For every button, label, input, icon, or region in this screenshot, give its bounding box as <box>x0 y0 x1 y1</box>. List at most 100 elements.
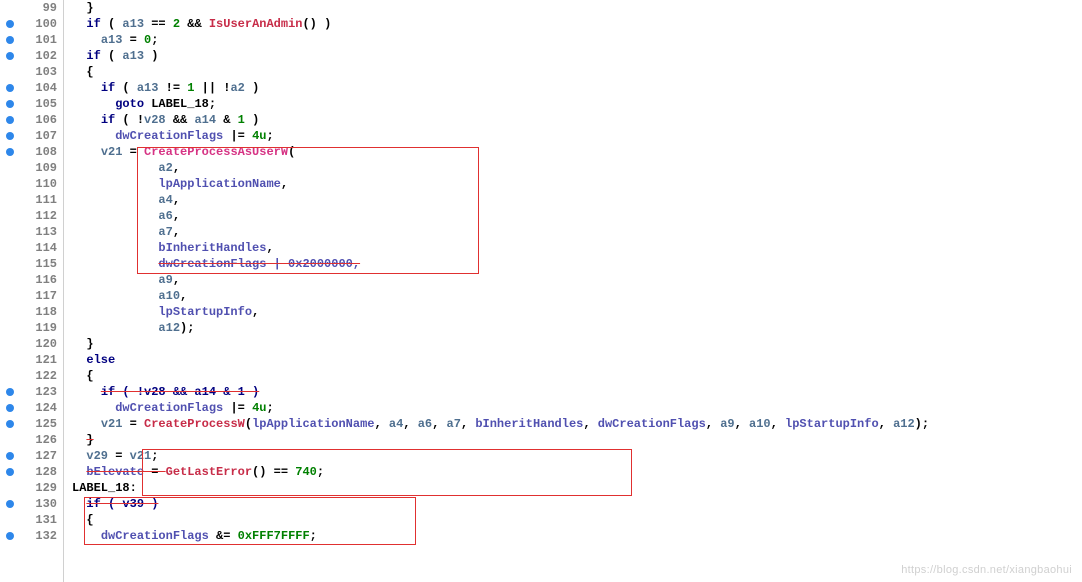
gutter-line[interactable]: 129 <box>0 480 63 496</box>
breakpoint-icon[interactable] <box>6 452 14 460</box>
breakpoint-icon[interactable] <box>6 388 14 396</box>
code-token: , <box>173 208 180 224</box>
gutter-line[interactable]: 121 <box>0 352 63 368</box>
code-line[interactable]: } <box>64 432 1082 448</box>
gutter-line[interactable]: 99 <box>0 0 63 16</box>
code-line[interactable]: lpStartupInfo, <box>64 304 1082 320</box>
code-token: lpApplicationName <box>158 176 280 192</box>
breakpoint-icon[interactable] <box>6 532 14 540</box>
code-line[interactable]: dwCreationFlags |= 4u; <box>64 128 1082 144</box>
gutter-line[interactable]: 122 <box>0 368 63 384</box>
breakpoint-icon[interactable] <box>6 132 14 140</box>
code-line[interactable]: a2, <box>64 160 1082 176</box>
code-line[interactable]: a12); <box>64 320 1082 336</box>
code-token: ( <box>245 416 252 432</box>
code-line[interactable]: if ( a13 ) <box>64 48 1082 64</box>
code-line[interactable]: bElevate = GetLastError() == 740; <box>64 464 1082 480</box>
code-line[interactable]: { <box>64 64 1082 80</box>
breakpoint-icon[interactable] <box>6 84 14 92</box>
gutter-line[interactable]: 116 <box>0 272 63 288</box>
gutter-line[interactable]: 110 <box>0 176 63 192</box>
code-line[interactable]: a9, <box>64 272 1082 288</box>
gutter-line[interactable]: 101 <box>0 32 63 48</box>
code-token: = <box>122 32 144 48</box>
breakpoint-icon[interactable] <box>6 468 14 476</box>
gutter-line[interactable]: 104 <box>0 80 63 96</box>
breakpoint-icon[interactable] <box>6 116 14 124</box>
code-line[interactable]: if ( a13 != 1 || !a2 ) <box>64 80 1082 96</box>
gutter-line[interactable]: 120 <box>0 336 63 352</box>
code-line[interactable]: if ( v39 ) <box>64 496 1082 512</box>
code-token: a13 <box>101 32 123 48</box>
code-line[interactable]: } <box>64 336 1082 352</box>
gutter-line[interactable]: 103 <box>0 64 63 80</box>
code-line[interactable]: dwCreationFlags |= 4u; <box>64 400 1082 416</box>
gutter-line[interactable]: 132 <box>0 528 63 544</box>
code-line[interactable]: a13 = 0; <box>64 32 1082 48</box>
gutter-line[interactable]: 114 <box>0 240 63 256</box>
code-line[interactable]: lpApplicationName, <box>64 176 1082 192</box>
code-line[interactable]: a10, <box>64 288 1082 304</box>
gutter-line[interactable]: 117 <box>0 288 63 304</box>
code-line[interactable]: v21 = CreateProcessW(lpApplicationName, … <box>64 416 1082 432</box>
line-number: 128 <box>35 465 57 479</box>
code-line[interactable]: if ( !v28 && a14 & 1 ) <box>64 384 1082 400</box>
code-line[interactable]: dwCreationFlags | 0x2000000, <box>64 256 1082 272</box>
gutter-line[interactable]: 107 <box>0 128 63 144</box>
code-line[interactable]: a6, <box>64 208 1082 224</box>
code-line[interactable]: if ( a13 == 2 && IsUserAnAdmin() ) <box>64 16 1082 32</box>
code-line[interactable]: { <box>64 512 1082 528</box>
gutter-line[interactable]: 128 <box>0 464 63 480</box>
code-line[interactable]: else <box>64 352 1082 368</box>
gutter-line[interactable]: 123 <box>0 384 63 400</box>
code-token: else <box>86 352 115 368</box>
code-line[interactable]: a7, <box>64 224 1082 240</box>
gutter-line[interactable]: 115 <box>0 256 63 272</box>
code-line[interactable]: LABEL_18: <box>64 480 1082 496</box>
code-token: |= <box>223 400 252 416</box>
code-line[interactable]: } <box>64 0 1082 16</box>
gutter-line[interactable]: 109 <box>0 160 63 176</box>
code-token: goto <box>115 96 144 112</box>
gutter-line[interactable]: 125 <box>0 416 63 432</box>
gutter-line[interactable]: 131 <box>0 512 63 528</box>
code-line[interactable]: v29 = v21; <box>64 448 1082 464</box>
breakpoint-icon[interactable] <box>6 420 14 428</box>
code-token: if <box>101 80 115 96</box>
code-line[interactable]: v21 = CreateProcessAsUserW( <box>64 144 1082 160</box>
gutter-line[interactable]: 124 <box>0 400 63 416</box>
code-line[interactable]: goto LABEL_18; <box>64 96 1082 112</box>
gutter-line[interactable]: 119 <box>0 320 63 336</box>
code-token: a6 <box>418 416 432 432</box>
code-line[interactable]: dwCreationFlags &= 0xFFF7FFFF; <box>64 528 1082 544</box>
code-area[interactable]: } if ( a13 == 2 && IsUserAnAdmin() ) a13… <box>64 0 1082 582</box>
gutter-line[interactable]: 130 <box>0 496 63 512</box>
code-token: , <box>403 416 417 432</box>
code-line[interactable]: a4, <box>64 192 1082 208</box>
gutter-line[interactable]: 118 <box>0 304 63 320</box>
gutter-line[interactable]: 126 <box>0 432 63 448</box>
gutter-line[interactable]: 127 <box>0 448 63 464</box>
breakpoint-icon[interactable] <box>6 20 14 28</box>
code-token: } <box>86 0 93 16</box>
breakpoint-icon[interactable] <box>6 500 14 508</box>
gutter-line[interactable]: 113 <box>0 224 63 240</box>
code-line[interactable]: if ( !v28 && a14 & 1 ) <box>64 112 1082 128</box>
gutter-line[interactable]: 102 <box>0 48 63 64</box>
breakpoint-icon[interactable] <box>6 148 14 156</box>
code-editor[interactable]: 9910010110210310410510610710810911011111… <box>0 0 1082 582</box>
gutter-line[interactable]: 112 <box>0 208 63 224</box>
gutter-line[interactable]: 106 <box>0 112 63 128</box>
code-token: a4 <box>158 192 172 208</box>
breakpoint-icon[interactable] <box>6 52 14 60</box>
breakpoint-icon[interactable] <box>6 36 14 44</box>
code-line[interactable]: { <box>64 368 1082 384</box>
gutter-line[interactable]: 108 <box>0 144 63 160</box>
gutter-line[interactable]: 111 <box>0 192 63 208</box>
code-token: a2 <box>230 80 244 96</box>
breakpoint-icon[interactable] <box>6 404 14 412</box>
code-line[interactable]: bInheritHandles, <box>64 240 1082 256</box>
gutter-line[interactable]: 105 <box>0 96 63 112</box>
breakpoint-icon[interactable] <box>6 100 14 108</box>
gutter-line[interactable]: 100 <box>0 16 63 32</box>
